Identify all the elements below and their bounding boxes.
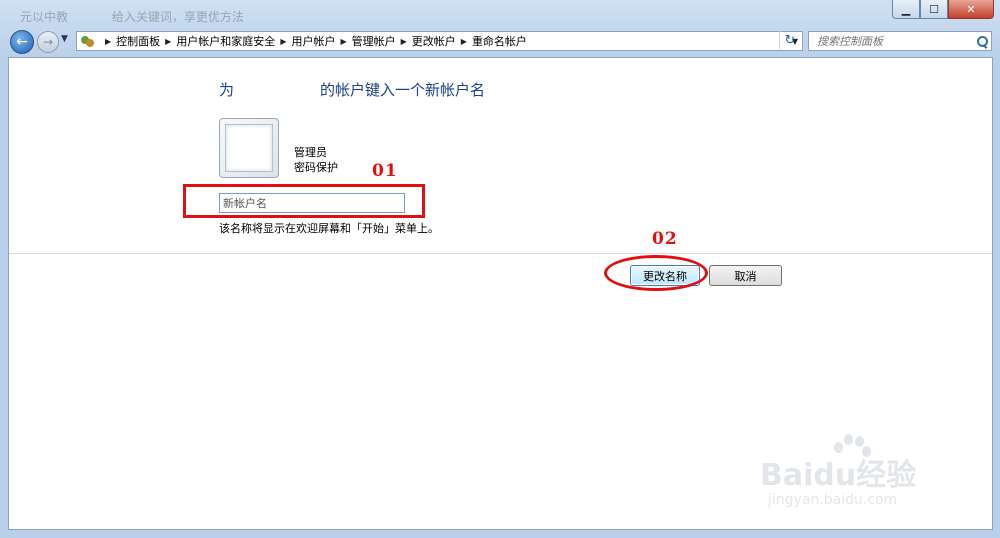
account-picture: [219, 118, 279, 178]
password-status-label: 密码保护: [294, 161, 338, 174]
page-title: 为 的帐户键入一个新帐户名: [219, 79, 485, 100]
search-input[interactable]: [815, 33, 969, 49]
refresh-icon[interactable]: ↻: [779, 31, 800, 49]
breadcrumb-separator-icon[interactable]: ▶: [105, 37, 111, 46]
annotation-label-01: 01: [372, 161, 398, 181]
search-box[interactable]: [808, 31, 992, 51]
cancel-button[interactable]: 取消: [709, 265, 782, 286]
account-picture-image: [225, 124, 273, 172]
address-bar[interactable]: ▶ 控制面板 ▶ 用户帐户和家庭安全 ▶ 用户帐户 ▶ 管理帐户 ▶ 更改帐户 …: [76, 31, 803, 51]
breadcrumb-item[interactable]: 用户帐户和家庭安全: [176, 33, 275, 49]
close-button[interactable]: ✕: [948, 0, 994, 19]
watermark-brand: Baidu经验: [760, 458, 917, 493]
back-arrow-icon[interactable]: ←: [10, 30, 34, 54]
divider: [9, 253, 992, 254]
breadcrumb-item[interactable]: 控制面板: [116, 33, 160, 49]
faded-caption: 元以中教 给入关键词，享更优方法: [20, 8, 620, 28]
faded-caption-text: 元以中教: [20, 10, 69, 24]
breadcrumb-separator-icon[interactable]: ▶: [340, 37, 346, 46]
caption-buttons: ▁ ☐ ✕: [892, 0, 994, 19]
annotation-label-02: 02: [652, 229, 678, 249]
control-panel-window: 元以中教 给入关键词，享更优方法 ▁ ☐ ✕ ← → ▼ ▶ 控制面板 ▶ 用户…: [0, 0, 1000, 538]
account-type-label: 管理员: [294, 146, 327, 159]
minimize-button[interactable]: ▁: [892, 0, 920, 19]
baidu-watermark: Baidu经验 jingyan.baidu.com: [760, 432, 990, 522]
page-title-suffix: 的帐户键入一个新帐户名: [320, 81, 486, 99]
breadcrumb-item[interactable]: 更改帐户: [412, 33, 456, 49]
breadcrumb-separator-icon[interactable]: ▶: [461, 37, 467, 46]
navigation-bar: ← → ▼ ▶ 控制面板 ▶ 用户帐户和家庭安全 ▶ 用户帐户 ▶ 管理帐户 ▶…: [0, 28, 1000, 54]
recent-pages-dropdown-icon[interactable]: ▼: [61, 34, 68, 44]
page-title-prefix: 为: [219, 81, 235, 99]
control-panel-icon: [80, 34, 96, 48]
annotation-highlight-button: [604, 255, 708, 291]
breadcrumb-separator-icon[interactable]: ▶: [280, 37, 286, 46]
annotation-highlight-input: [183, 184, 425, 218]
breadcrumb-separator-icon[interactable]: ▶: [401, 37, 407, 46]
breadcrumb-item-current[interactable]: 重命名帐户: [472, 33, 527, 49]
breadcrumb-item[interactable]: 用户帐户: [291, 33, 335, 49]
watermark-site: jingyan.baidu.com: [768, 492, 898, 508]
maximize-button[interactable]: ☐: [920, 0, 948, 19]
search-icon[interactable]: [977, 36, 988, 47]
forward-arrow-icon[interactable]: →: [37, 31, 59, 53]
breadcrumb-separator-icon[interactable]: ▶: [165, 37, 171, 46]
name-hint-text: 该名称将显示在欢迎屏幕和「开始」菜单上。: [219, 222, 439, 235]
breadcrumb-item[interactable]: 管理帐户: [352, 33, 396, 49]
faded-caption-text: 给入关键词，享更优方法: [111, 10, 244, 24]
